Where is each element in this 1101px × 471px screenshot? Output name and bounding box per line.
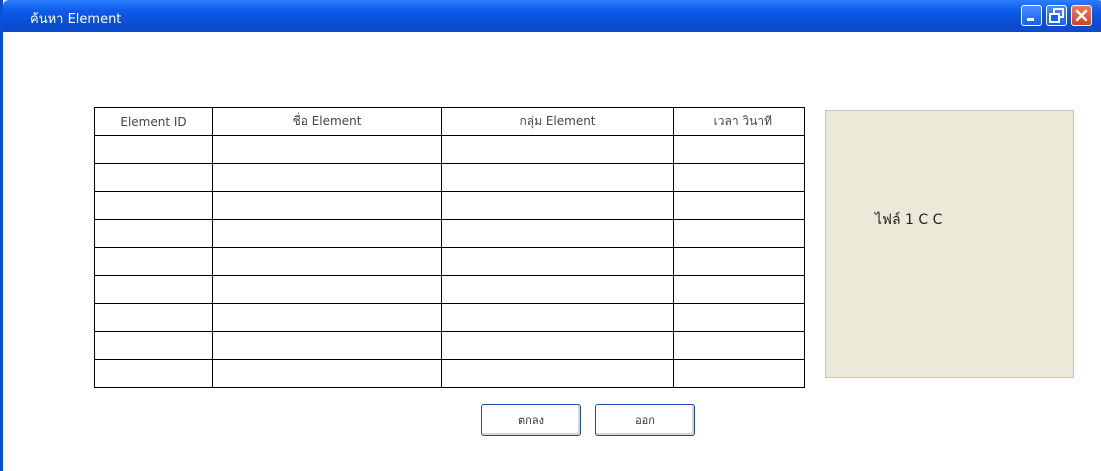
- table-cell[interactable]: [212, 247, 442, 276]
- table-cell[interactable]: [212, 303, 442, 332]
- table-cell[interactable]: [673, 191, 805, 220]
- title-bar[interactable]: ค้นหา Element: [3, 0, 1101, 32]
- minimize-icon: [1027, 18, 1034, 21]
- table-cell[interactable]: [441, 275, 674, 304]
- table-cell[interactable]: [441, 135, 674, 164]
- exit-button[interactable]: ออก: [595, 404, 695, 436]
- table-cell[interactable]: [673, 275, 805, 304]
- ok-button[interactable]: ตกลง: [481, 404, 581, 436]
- close-icon: [1075, 9, 1088, 22]
- table-cell[interactable]: [212, 331, 442, 360]
- table-row[interactable]: [94, 303, 805, 332]
- table-cell[interactable]: [441, 331, 674, 360]
- file-label: ไฟล์ 1 C C: [875, 212, 943, 228]
- table-cell[interactable]: [441, 219, 674, 248]
- element-results-table[interactable]: Element ID ชื่อ Element กลุ่ม Element เว…: [94, 107, 805, 388]
- table-cell[interactable]: [441, 303, 674, 332]
- table-cell[interactable]: [673, 331, 805, 360]
- table-cell[interactable]: [94, 303, 213, 332]
- table-row[interactable]: [94, 191, 805, 220]
- table-row[interactable]: [94, 163, 805, 192]
- table-cell[interactable]: [673, 163, 805, 192]
- column-header-time-seconds: เวลา วินาที: [673, 107, 805, 136]
- table-cell[interactable]: [94, 191, 213, 220]
- table-cell[interactable]: [212, 163, 442, 192]
- restore-button[interactable]: [1046, 5, 1067, 26]
- restore-icon: [1049, 8, 1064, 23]
- table-cell[interactable]: [212, 275, 442, 304]
- file-preview-panel: ไฟล์ 1 C C: [825, 110, 1074, 378]
- close-button[interactable]: [1071, 5, 1092, 26]
- table-cell[interactable]: [673, 219, 805, 248]
- table-cell[interactable]: [673, 303, 805, 332]
- table-cell[interactable]: [673, 359, 805, 388]
- table-cell[interactable]: [94, 275, 213, 304]
- table-cell[interactable]: [212, 191, 442, 220]
- column-header-element-group: กลุ่ม Element: [441, 107, 674, 136]
- table-cell[interactable]: [94, 247, 213, 276]
- table-cell[interactable]: [673, 135, 805, 164]
- table-row[interactable]: [94, 275, 805, 304]
- table-cell[interactable]: [673, 247, 805, 276]
- minimize-button[interactable]: [1021, 5, 1042, 26]
- table-cell[interactable]: [441, 191, 674, 220]
- table-row[interactable]: [94, 247, 805, 276]
- table-cell[interactable]: [441, 247, 674, 276]
- table-cell[interactable]: [94, 219, 213, 248]
- search-element-window: ค้นหา Element Element ID ชื่อ Element กล…: [0, 0, 1101, 471]
- table-row[interactable]: [94, 359, 805, 388]
- table-header-row: Element ID ชื่อ Element กลุ่ม Element เว…: [94, 107, 805, 136]
- table-cell[interactable]: [212, 219, 442, 248]
- table-cell[interactable]: [94, 331, 213, 360]
- table-row[interactable]: [94, 135, 805, 164]
- table-row[interactable]: [94, 219, 805, 248]
- table-cell[interactable]: [212, 135, 442, 164]
- table-cell[interactable]: [94, 359, 213, 388]
- column-header-element-id: Element ID: [94, 107, 213, 136]
- table-cell[interactable]: [94, 135, 213, 164]
- table-row[interactable]: [94, 331, 805, 360]
- table-cell[interactable]: [212, 359, 442, 388]
- table-cell[interactable]: [441, 163, 674, 192]
- table-cell[interactable]: [94, 163, 213, 192]
- window-title: ค้นหา Element: [30, 12, 122, 27]
- column-header-element-name: ชื่อ Element: [212, 107, 442, 136]
- table-cell[interactable]: [441, 359, 674, 388]
